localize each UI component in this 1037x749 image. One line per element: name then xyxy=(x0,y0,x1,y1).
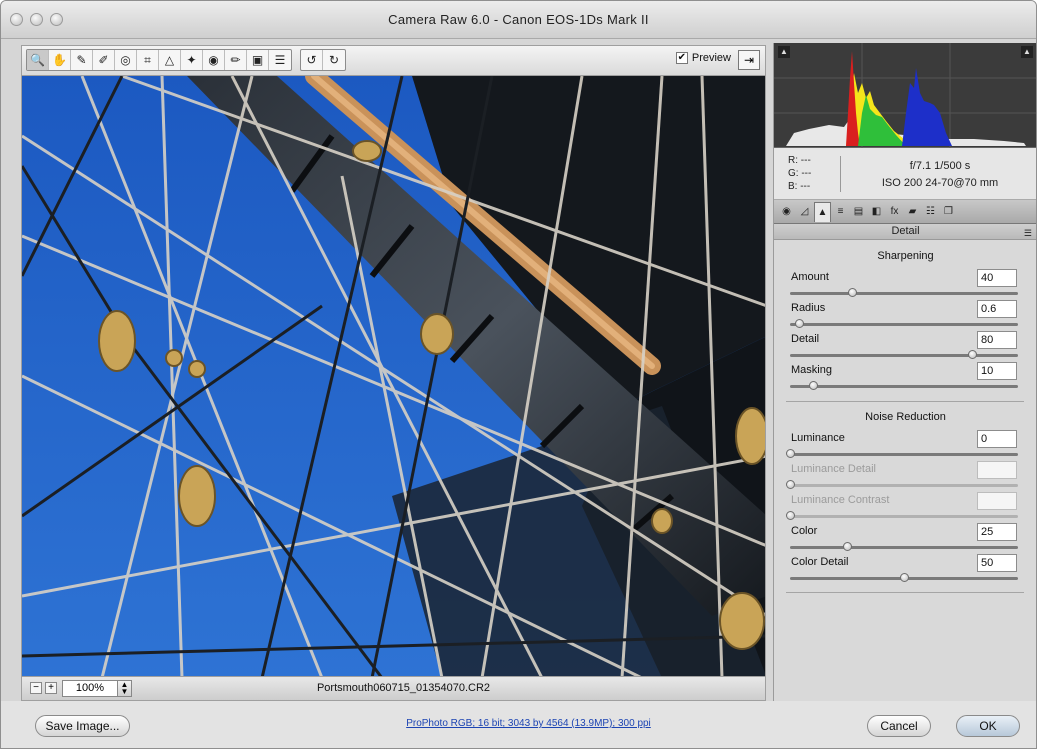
masking-slider[interactable] xyxy=(790,381,1018,390)
iso-lens-info: ISO 200 24-70@70 mm xyxy=(881,177,999,189)
zoom-icon[interactable]: 🔍 xyxy=(27,50,49,70)
blue-readout: B: --- xyxy=(788,181,811,192)
noise-reduction-title: Noise Reduction xyxy=(865,411,946,423)
radius-slider-thumb[interactable] xyxy=(795,319,805,328)
luminance-contrast-label: Luminance Contrast xyxy=(791,494,890,506)
preview-label: Preview xyxy=(691,52,731,64)
green-readout: G: --- xyxy=(788,168,812,179)
color-detail-value-field[interactable]: 50 xyxy=(977,554,1017,572)
luminance-slider[interactable] xyxy=(786,449,1018,458)
luminance-detail-slider-thumb xyxy=(786,480,795,489)
tool-bar: 🔍 ✋ ✎ ✐ ◎ ⌗ △ ✦ ◉ ✏ ▣ ☰ ↺ ↻ ✔ Preview ⇥ xyxy=(21,45,766,75)
image-preview[interactable] xyxy=(21,75,766,677)
pixel-readout: R: --- G: --- B: --- f/7.1 1/500 s ISO 2… xyxy=(774,148,1036,200)
fullscreen-toggle-icon[interactable]: ⇥ xyxy=(738,50,760,70)
tone-curve-tab-icon[interactable]: ◿ xyxy=(796,202,813,222)
window-title: Camera Raw 6.0 - Canon EOS-1Ds Mark II xyxy=(388,12,649,27)
preview-toggle[interactable]: ✔ Preview xyxy=(675,52,731,64)
luminance-value-field[interactable]: 0 xyxy=(977,430,1017,448)
camera-raw-window: Camera Raw 6.0 - Canon EOS-1Ds Mark II 🔍… xyxy=(0,0,1037,749)
color-detail-label: Color Detail xyxy=(791,556,849,568)
white-balance-icon[interactable]: ✎ xyxy=(71,50,93,70)
hsl-tab-icon[interactable]: ≡ xyxy=(832,202,849,222)
panel-title: Detail xyxy=(891,225,920,237)
luminance-contrast-slider xyxy=(786,511,1018,520)
exposure-info: f/7.1 1/500 s xyxy=(909,160,971,172)
luminance-contrast-value-field xyxy=(977,492,1017,510)
straighten-icon[interactable]: △ xyxy=(159,50,181,70)
preview-checkbox[interactable]: ✔ xyxy=(675,52,688,64)
preferences-icon[interactable]: ☰ xyxy=(269,50,291,70)
color-detail-slider-thumb[interactable] xyxy=(900,573,909,582)
target-adjustment-icon[interactable]: ◎ xyxy=(115,50,137,70)
amount-slider-thumb[interactable] xyxy=(847,288,857,297)
graduated-filter-icon[interactable]: ▣ xyxy=(247,50,269,70)
spot-removal-icon[interactable]: ✦ xyxy=(181,50,203,70)
section-divider xyxy=(786,401,1024,402)
camera-calibration-tab-icon[interactable]: ▰ xyxy=(904,202,921,222)
crop-icon[interactable]: ⌗ xyxy=(137,50,159,70)
ok-button[interactable]: OK xyxy=(956,715,1020,737)
color-sampler-icon[interactable]: ✐ xyxy=(93,50,115,70)
histogram: ▲ ▲ xyxy=(774,43,1036,148)
adjustment-brush-icon[interactable]: ✏ xyxy=(225,50,247,70)
panel-menu-icon[interactable]: ☰ xyxy=(1024,226,1032,241)
radius-slider[interactable] xyxy=(790,319,1018,328)
panel-header: Detail ☰ xyxy=(774,224,1036,241)
masking-value-field[interactable]: 10 xyxy=(977,362,1017,380)
detail-value-field[interactable]: 80 xyxy=(977,331,1017,349)
rotate-right-icon[interactable]: ↻ xyxy=(323,50,345,70)
luminance-detail-label: Luminance Detail xyxy=(791,463,876,475)
luminance-detail-value-field xyxy=(977,461,1017,479)
color-label: Color xyxy=(791,525,818,537)
masking-label: Masking xyxy=(791,364,832,376)
detail-tab-icon[interactable]: ▲ xyxy=(814,202,831,222)
masking-slider-thumb[interactable] xyxy=(808,381,818,390)
presets-tab-icon[interactable]: ☷ xyxy=(922,202,939,222)
effects-tab-icon[interactable]: fx xyxy=(886,202,903,222)
basic-tab-icon[interactable]: ◉ xyxy=(778,202,795,222)
amount-value-field[interactable]: 40 xyxy=(977,269,1017,287)
histogram-graph xyxy=(774,43,1036,148)
radius-label: Radius xyxy=(791,302,826,314)
color-slider[interactable] xyxy=(790,542,1018,551)
sharpening-title: Sharpening xyxy=(877,250,934,262)
ship-rigging-photo xyxy=(22,76,765,676)
rotate-left-icon[interactable]: ↺ xyxy=(301,50,323,70)
luminance-slider-thumb[interactable] xyxy=(786,449,795,458)
amount-slider[interactable] xyxy=(790,288,1018,297)
red-readout: R: --- xyxy=(788,155,811,166)
radius-value-field[interactable]: 0.6 xyxy=(977,300,1017,318)
detail-label: Detail xyxy=(791,333,820,345)
color-detail-slider[interactable] xyxy=(790,573,1018,582)
title-bar: Camera Raw 6.0 - Canon EOS-1Ds Mark II xyxy=(1,1,1036,39)
hand-icon[interactable]: ✋ xyxy=(49,50,71,70)
red-eye-icon[interactable]: ◉ xyxy=(203,50,225,70)
lens-corrections-tab-icon[interactable]: ◧ xyxy=(868,202,885,222)
section-divider-bottom xyxy=(786,592,1024,593)
amount-label: Amount xyxy=(791,271,829,283)
file-name: Portsmouth060715_01354070.CR2 xyxy=(316,682,491,694)
detail-slider-thumb[interactable] xyxy=(968,350,978,359)
panel-tabs: ◉ ◿ ▲ ≡ ▤ ◧ fx ▰ ☷ ❐ xyxy=(774,200,1036,224)
color-slider-thumb[interactable] xyxy=(843,542,852,551)
luminance-contrast-slider-thumb xyxy=(786,511,795,520)
split-toning-tab-icon[interactable]: ▤ xyxy=(850,202,867,222)
luminance-label: Luminance xyxy=(791,432,845,444)
cancel-button[interactable]: Cancel xyxy=(867,715,931,737)
readout-divider xyxy=(840,156,841,192)
color-value-field[interactable]: 25 xyxy=(977,523,1017,541)
adjustment-panel: ▲ ▲ R: --- G: --- B: --- f/7.1 1/500 s I… xyxy=(773,43,1036,701)
snapshots-tab-icon[interactable]: ❐ xyxy=(940,202,957,222)
tool-group-main: 🔍 ✋ ✎ ✐ ◎ ⌗ △ ✦ ◉ ✏ ▣ ☰ xyxy=(26,49,292,71)
preview-status-bar: − + 100% ▲ ▼ Portsmouth060715_01354070.CR… xyxy=(21,677,766,701)
tool-group-rotate: ↺ ↻ xyxy=(300,49,346,71)
detail-slider[interactable] xyxy=(790,350,1018,359)
luminance-detail-slider xyxy=(786,480,1018,489)
